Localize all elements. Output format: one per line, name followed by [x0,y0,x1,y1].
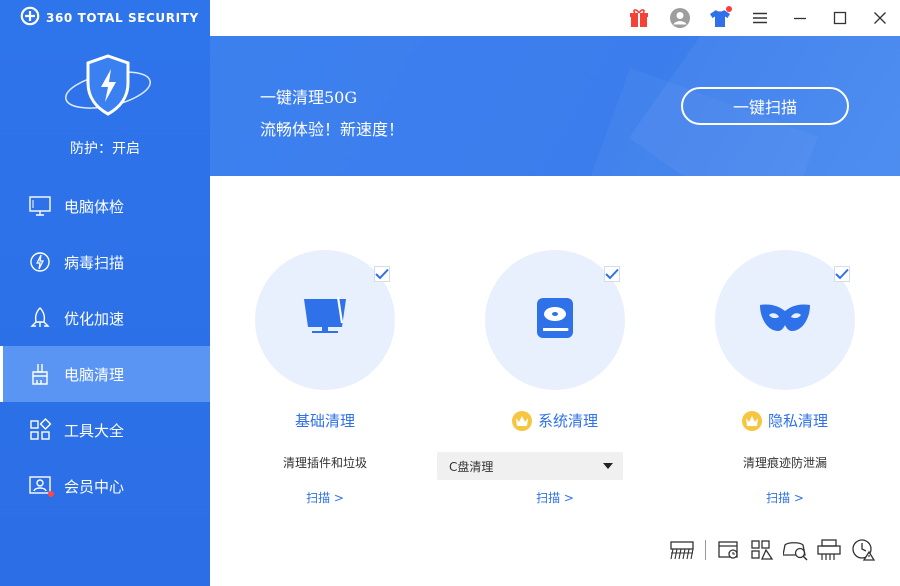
sidebar-item-pc-checkup[interactable]: 电脑体检 [0,178,210,234]
toolbox-icon [28,418,52,442]
broom-icon [28,362,52,386]
gift-icon[interactable] [628,7,650,29]
sidebar-item-label: 电脑体检 [64,197,125,216]
maximize-icon[interactable] [829,7,851,29]
registry-icon[interactable] [716,537,742,563]
card-checkbox[interactable] [604,266,620,282]
menu-icon[interactable] [749,7,771,29]
drive-select-value: C盘清理 [449,459,494,474]
drive-select[interactable]: C盘清理 [437,452,623,480]
hard-drive-icon [533,296,577,344]
close-icon[interactable] [869,7,891,29]
rocket-icon [28,306,52,330]
title-bar [210,0,900,36]
card-checkbox[interactable] [374,266,390,282]
toolbar-divider [705,540,706,560]
brand: 360 TOTAL SECURITY [20,6,199,30]
minimize-icon[interactable] [789,7,811,29]
sidebar-nav: 电脑体检 病毒扫描 优化加速 电脑清理 工具大全 会员中心 [0,178,210,514]
sidebar-item-label: 会员中心 [64,477,125,496]
user-avatar-icon[interactable] [669,7,691,29]
card-description: 清理插件和垃圾 [282,456,367,470]
privacy-mask-icon [758,301,812,339]
protection-status: 防护：开启 [70,141,140,157]
sidebar-item-label: 病毒扫描 [64,253,125,272]
monitor-icon [28,194,52,218]
card-title[interactable]: 基础清理 [230,410,420,431]
sidebar-item-virus-scan[interactable]: 病毒扫描 [0,234,210,290]
sidebar-item-optimize[interactable]: 优化加速 [0,290,210,346]
sidebar: 360 TOTAL SECURITY 防护：开启 电脑体检 病毒扫描 优化加速 [0,0,210,586]
banner-subline: 流畅体验！新速度！ [260,120,405,139]
monitor-clean-icon [300,295,350,345]
sidebar-item-toolbox[interactable]: 工具大全 [0,402,210,458]
scan-link[interactable]: 扫描 > [690,489,880,506]
banner-headline: 一键清理50G [260,88,358,107]
virus-scan-icon [28,250,52,274]
card-description: 清理痕迹防泄漏 [742,456,827,470]
scan-link[interactable]: 扫描 > [460,489,650,506]
browser-clean-icon[interactable] [783,537,809,563]
sidebar-item-member-center[interactable]: 会员中心 [0,458,210,514]
card-title-text: 基础清理 [294,412,355,430]
one-click-scan-button[interactable]: 一键扫描 [681,87,849,125]
promo-banner: 一键清理50G 流畅体验！新速度！ 一键扫描 [210,36,900,176]
skin-shirt-icon[interactable] [709,6,732,29]
card-title[interactable]: 系统清理 [460,410,650,431]
sidebar-item-label: 电脑清理 [64,365,125,384]
scheduled-clean-icon[interactable] [851,537,877,563]
sidebar-item-label: 工具大全 [64,421,125,440]
shield-status-icon [62,50,154,124]
bottom-toolbar [0,537,900,563]
member-icon [28,474,54,498]
card-checkbox[interactable] [834,266,850,282]
system-slim-icon[interactable] [749,537,775,563]
brand-name: 360 TOTAL SECURITY [46,11,199,25]
crown-icon [741,410,762,431]
notification-dot [48,491,54,497]
card-title-text: 系统清理 [537,412,598,430]
chevron-down-icon [603,463,613,469]
crown-icon [511,410,532,431]
sidebar-item-label: 优化加速 [64,309,125,328]
scan-link[interactable]: 扫描 > [230,489,420,506]
card-title[interactable]: 隐私清理 [690,410,880,431]
sidebar-item-pc-cleanup[interactable]: 电脑清理 [0,346,210,402]
shredder-icon[interactable] [669,537,695,563]
printer-clean-icon[interactable] [816,537,842,563]
card-title-text: 隐私清理 [767,412,828,430]
card-basic-cleanup: 基础清理 清理插件和垃圾 扫描 > [230,250,430,510]
notification-dot [726,6,732,12]
brand-logo-icon [20,6,40,30]
card-system-cleanup: 系统清理 C盘清理 扫描 > [437,250,660,510]
card-privacy-cleanup: 隐私清理 清理痕迹防泄漏 扫描 > [690,250,890,510]
